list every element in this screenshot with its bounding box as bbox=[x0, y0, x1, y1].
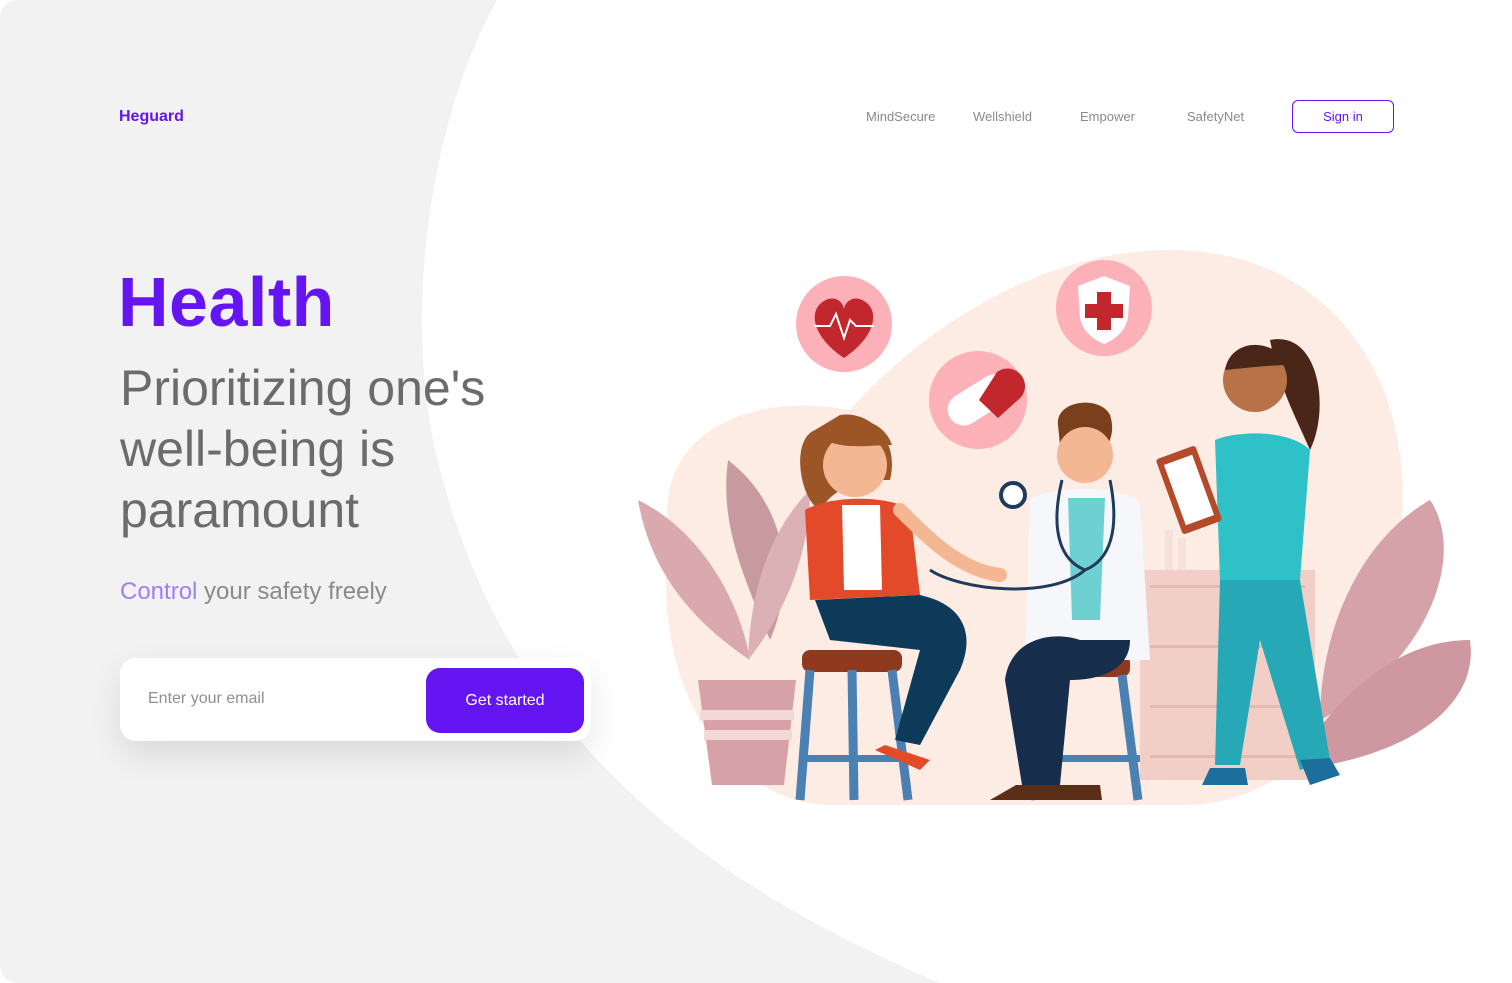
heartbeat-icon bbox=[796, 276, 892, 372]
doctor-consultation-illustration bbox=[638, 250, 1471, 805]
nav-link-empower[interactable]: Empower bbox=[1080, 109, 1135, 124]
nav-link-wellshield[interactable]: Wellshield bbox=[973, 109, 1032, 124]
top-nav: MindSecure Wellshield Empower SafetyNet … bbox=[0, 100, 1512, 134]
hero-title: Health bbox=[118, 263, 335, 341]
tagline-rest: your safety freely bbox=[197, 578, 387, 605]
hero-subtitle: Prioritizing one's well-being is paramou… bbox=[120, 360, 486, 538]
nav-link-mindsecure[interactable]: MindSecure bbox=[866, 109, 935, 124]
medical-shield-icon bbox=[1056, 260, 1152, 356]
email-signup-form: Get started bbox=[120, 658, 591, 741]
get-started-button[interactable]: Get started bbox=[426, 668, 584, 733]
nav-link-safetynet[interactable]: SafetyNet bbox=[1187, 109, 1244, 124]
email-input[interactable] bbox=[148, 683, 418, 715]
sign-in-button[interactable]: Sign in bbox=[1292, 100, 1394, 133]
pill-icon bbox=[929, 351, 1027, 449]
tagline: Control your safety freely bbox=[120, 578, 387, 606]
tagline-accent: Control bbox=[120, 578, 198, 605]
